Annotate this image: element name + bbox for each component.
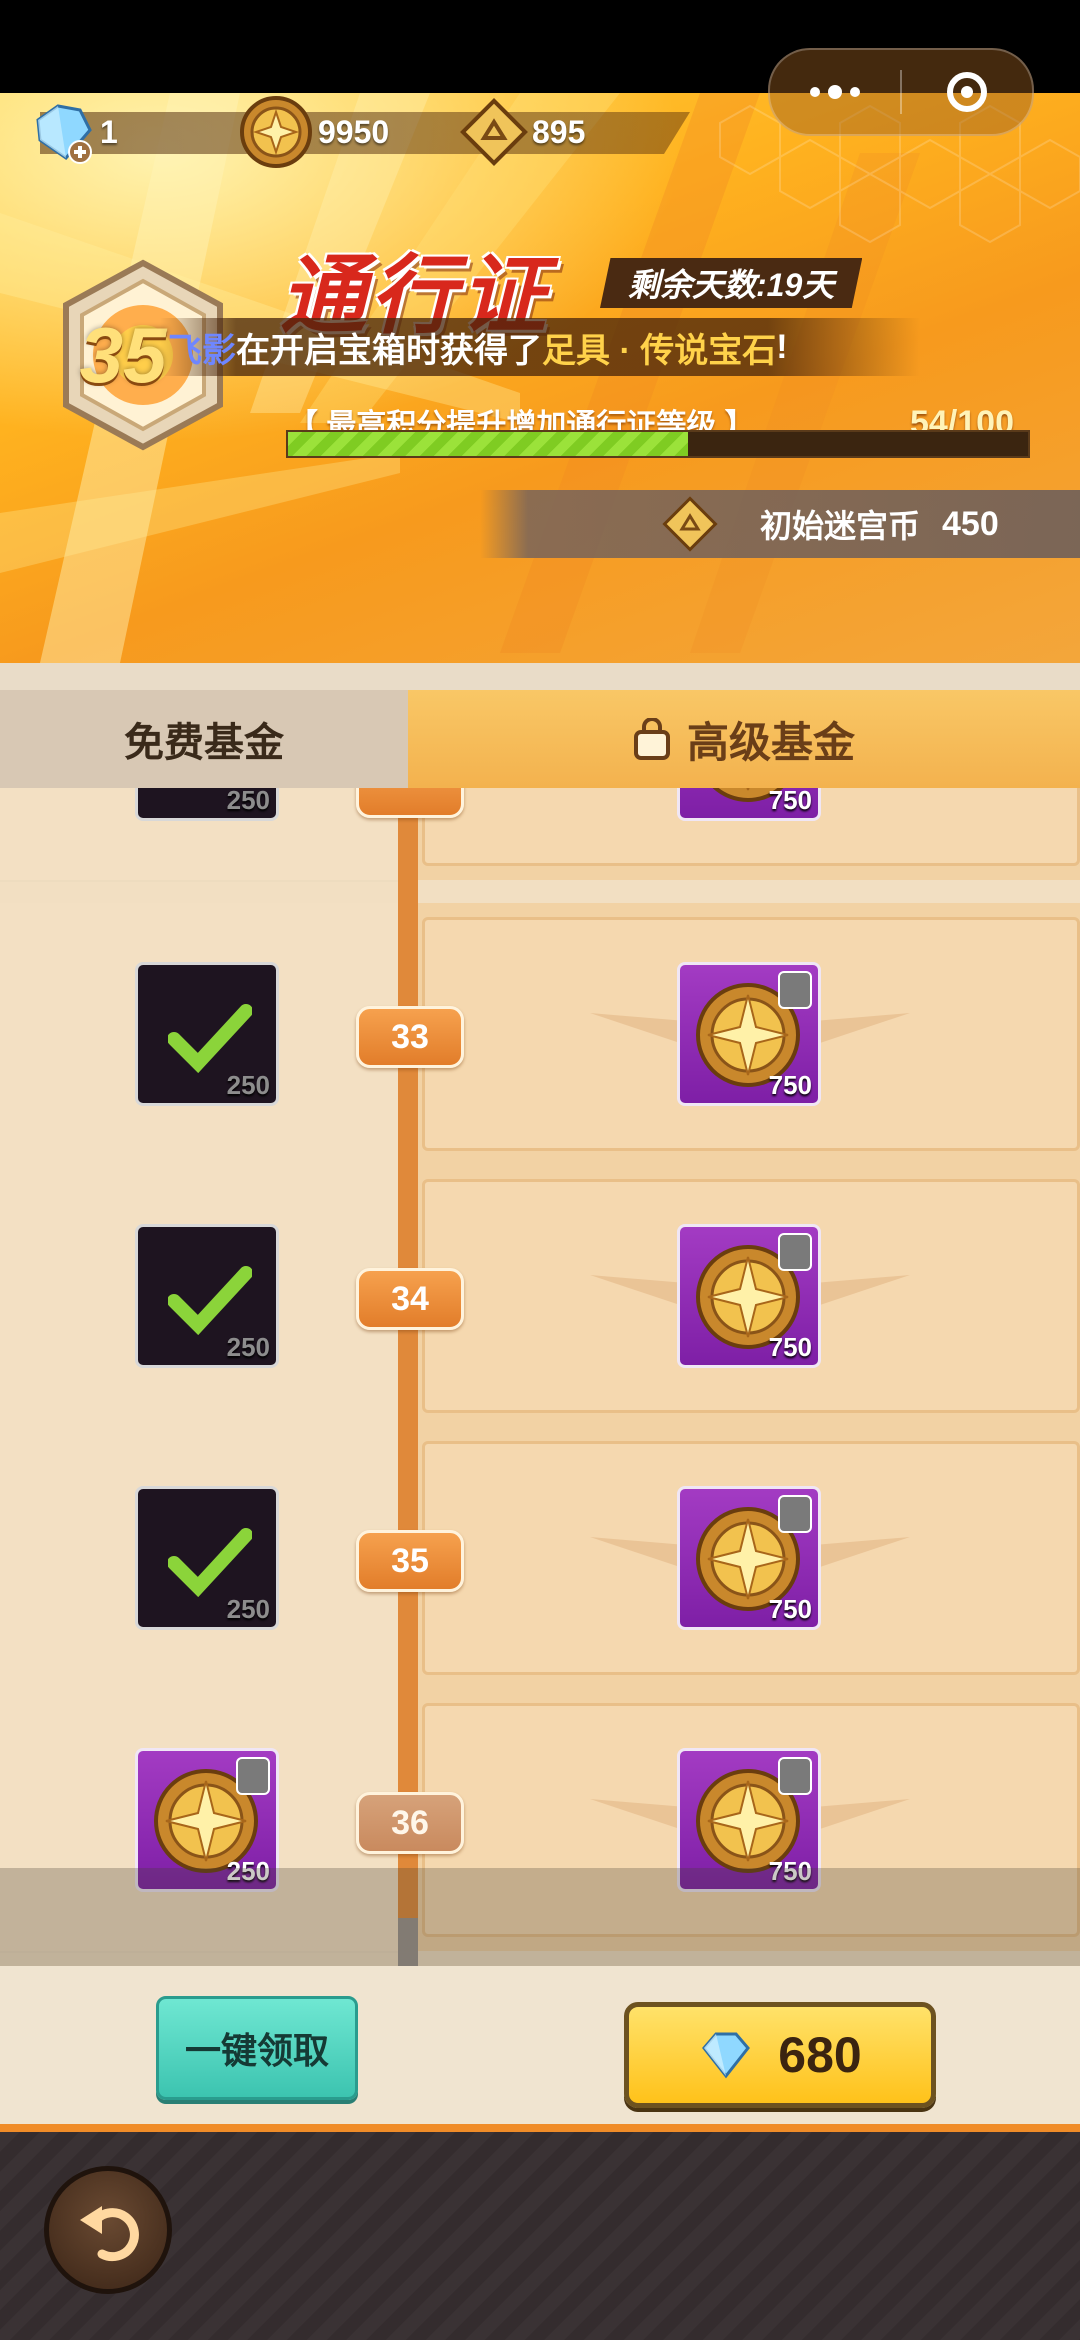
back-button[interactable]	[44, 2166, 172, 2294]
level-track-remaining	[398, 1918, 418, 1966]
currency-maze: 895	[456, 98, 586, 166]
reward-row: 250 750	[0, 1427, 1080, 1691]
claim-all-label: 一键领取	[184, 2030, 329, 2071]
level-number: 33	[391, 1017, 429, 1056]
diamond-icon	[702, 2032, 751, 2079]
level-pill: 35	[356, 1530, 464, 1592]
reward-row: 32 250 750	[0, 788, 1080, 882]
unlock-premium-button[interactable]: 680	[624, 2002, 936, 2108]
reward-amount: 250	[226, 1594, 270, 1624]
free-reward-claimed: 250	[135, 1486, 279, 1630]
back-arrow-icon	[80, 2206, 139, 2262]
premium-reward-locked[interactable]: 750	[677, 1224, 821, 1368]
maze-coin-icon	[662, 496, 718, 552]
checkmark-icon	[168, 1004, 252, 1073]
level-pill: 36	[356, 1792, 464, 1854]
tab-free-fund[interactable]: 免费基金	[0, 690, 408, 788]
level-number: 35	[391, 1541, 429, 1580]
lock-icon	[778, 1233, 812, 1271]
reward-row: 250 750	[0, 1165, 1080, 1429]
medal-coin-icon	[240, 96, 312, 168]
currency-medal: 9950	[236, 96, 390, 168]
reward-amount: 250	[226, 1856, 270, 1886]
lock-icon	[778, 1495, 812, 1533]
reward-row: 250 750	[0, 903, 1080, 1167]
reward-amount: 750	[768, 1070, 812, 1100]
unlock-price: 680	[778, 2027, 862, 2083]
currency-diamond[interactable]: 1	[30, 100, 118, 164]
more-menu-button[interactable]	[770, 50, 900, 134]
pass-progress-bar	[286, 430, 1030, 458]
free-reward-claimed: 250	[135, 1224, 279, 1368]
reward-amount: 250	[226, 788, 270, 815]
initial-coin-label: 初始迷宫币	[760, 508, 921, 544]
reward-list[interactable]: 32 250 750 250 75	[0, 788, 1080, 1966]
checkmark-icon	[168, 1528, 252, 1597]
ticker-end: !	[776, 327, 788, 366]
close-miniprogram-button[interactable]	[902, 50, 1032, 134]
level-number: 34	[391, 1279, 429, 1318]
premium-reward-locked: 750	[677, 788, 821, 821]
tab-premium-fund[interactable]: 高级基金	[408, 690, 1080, 788]
premium-reward-locked[interactable]: 750	[677, 1486, 821, 1630]
target-icon	[947, 72, 987, 112]
free-reward-claimed: 250	[135, 788, 279, 821]
reward-row: 250 750	[0, 1689, 1080, 1953]
miniprogram-capsule	[768, 48, 1034, 136]
fund-tabs: 免费基金 高级基金	[0, 690, 1080, 788]
tab-free-label: 免费基金	[124, 721, 284, 765]
initial-coin-value: 450	[942, 504, 999, 543]
lock-icon	[778, 971, 812, 1009]
free-reward-claimed: 250	[135, 962, 279, 1106]
tab-top-strip	[0, 663, 1080, 690]
level-track-progress	[398, 788, 418, 1918]
reward-amount: 750	[768, 1332, 812, 1362]
initial-coin-bar: 初始迷宫币 450	[480, 490, 1080, 558]
medal-coin-count: 9950	[318, 113, 390, 150]
level-number: 36	[391, 1803, 429, 1842]
premium-reward-locked[interactable]: 750	[677, 962, 821, 1106]
lock-icon	[236, 1757, 270, 1795]
ticker-text: 在开启宝箱时获得了	[236, 331, 542, 370]
level-pill	[356, 788, 464, 818]
claim-all-button[interactable]: 一键领取	[156, 1996, 358, 2100]
reward-amount: 250	[226, 1332, 270, 1362]
ticker-item: 足具 · 传说宝石	[542, 331, 777, 370]
announcement-ticker: 飞影 在开启宝箱时获得了 足具 · 传说宝石 !	[160, 318, 920, 376]
tab-premium-label: 高级基金	[686, 718, 855, 766]
level-pill: 33	[356, 1006, 464, 1068]
free-reward-locked[interactable]: 250	[135, 1748, 279, 1892]
lock-icon	[633, 718, 670, 760]
premium-reward-locked[interactable]: 750	[677, 1748, 821, 1892]
pass-progress-fill	[288, 432, 688, 456]
maze-coin-icon	[460, 98, 528, 166]
reward-amount: 750	[768, 788, 812, 815]
footer-divider	[0, 2124, 1080, 2132]
reward-amount: 250	[226, 1070, 270, 1100]
diamond-icon	[36, 104, 92, 164]
reward-amount: 750	[768, 1594, 812, 1624]
reward-amount: 750	[768, 1856, 812, 1886]
diamond-count: 1	[100, 113, 118, 150]
maze-coin-count: 895	[532, 113, 586, 150]
lock-icon	[778, 1757, 812, 1795]
level-pill: 34	[356, 1268, 464, 1330]
days-left-badge: 剩余天数:19天	[600, 258, 863, 308]
ticker-player: 飞影	[168, 331, 236, 370]
checkmark-icon	[168, 1266, 252, 1335]
